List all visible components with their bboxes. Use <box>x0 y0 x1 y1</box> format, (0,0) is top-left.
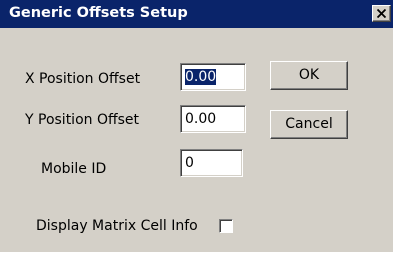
x-offset-input[interactable]: 0.00 <box>180 63 246 91</box>
close-button[interactable] <box>372 5 391 22</box>
ok-button[interactable]: OK <box>270 61 348 90</box>
display-matrix-cell-info-label: Display Matrix Cell Info <box>36 218 198 234</box>
y-offset-input[interactable]: 0.00 <box>180 105 246 133</box>
mobile-id-label: Mobile ID <box>41 161 107 177</box>
y-offset-label: Y Position Offset <box>25 112 140 128</box>
x-offset-value: 0.00 <box>185 69 217 85</box>
display-matrix-cell-info-checkbox[interactable] <box>219 219 233 233</box>
close-icon <box>377 9 386 18</box>
dialog-title: Generic Offsets Setup <box>9 5 188 21</box>
x-offset-label: X Position Offset <box>25 71 141 87</box>
y-offset-value: 0.00 <box>185 111 217 127</box>
mobile-id-input[interactable]: 0 <box>180 149 243 177</box>
cancel-button[interactable]: Cancel <box>270 110 348 139</box>
generic-offsets-dialog: Generic Offsets Setup X Position Offset … <box>0 0 393 252</box>
mobile-id-value: 0 <box>185 155 194 171</box>
title-bar[interactable]: Generic Offsets Setup <box>0 0 393 28</box>
